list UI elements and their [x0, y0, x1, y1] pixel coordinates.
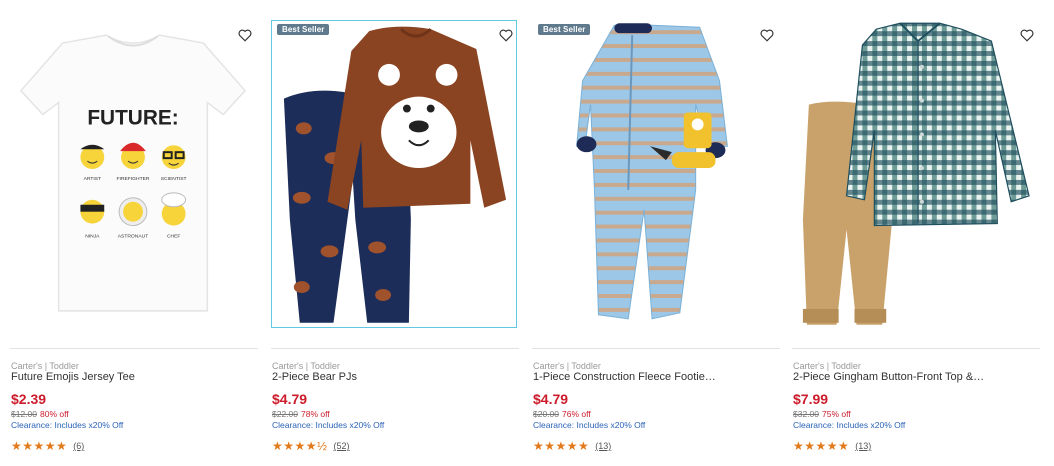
star-icon: ★★★★★ — [533, 439, 590, 453]
pajama-image — [283, 26, 507, 323]
product-brand: Carter's | Toddler — [793, 361, 861, 371]
product-title-link[interactable]: 2-Piece Gingham Button-Front Top &… — [793, 371, 1033, 383]
clearance-note: Clearance: Includes x20% Off — [11, 420, 124, 430]
product-brand: Carter's | Toddler — [11, 361, 79, 371]
footie-image — [576, 23, 728, 320]
clearance-note: Clearance: Includes x20% Off — [793, 420, 906, 430]
discount-percent: 76% off — [562, 409, 591, 419]
wishlist-button[interactable] — [497, 26, 515, 44]
original-price: $22.00 — [272, 409, 298, 419]
product-grid: FUTURE: ARTIST FIREFIGHTER SCIENTIST NIN… — [0, 0, 1054, 466]
card-divider — [532, 348, 780, 349]
sale-price: $4.79 — [272, 391, 308, 407]
review-count-link[interactable]: (6) — [73, 441, 84, 451]
star-icon: ★★★★★ — [793, 439, 850, 453]
product-image[interactable]: FUTURE: ARTIST FIREFIGHTER SCIENTIST NIN… — [10, 20, 256, 328]
product-title-link[interactable]: Future Emojis Jersey Tee — [11, 371, 251, 383]
product-card[interactable]: FUTURE: ARTIST FIREFIGHTER SCIENTIST NIN… — [10, 20, 258, 460]
rating-row: ★★★★★ (13) — [533, 439, 611, 453]
emoji-label: CHEF — [167, 233, 180, 239]
rating-row: ★★★★★ (13) — [793, 439, 871, 453]
review-count-link[interactable]: (13) — [595, 441, 611, 451]
original-price-row: $22.00 78% off — [272, 409, 330, 419]
heart-outline-icon — [499, 29, 513, 42]
emoji-astronaut-icon — [118, 197, 148, 227]
gingham-set-image — [802, 22, 1030, 325]
emoji-label: FIREFIGHTER — [117, 176, 150, 182]
tee-image: FUTURE: ARTIST FIREFIGHTER SCIENTIST NIN… — [19, 34, 247, 312]
tee-print-text: FUTURE: — [87, 106, 178, 129]
emoji-label: NINJA — [85, 233, 100, 239]
emoji-scientist-icon — [161, 145, 186, 170]
original-price-row: $32.00 75% off — [793, 409, 851, 419]
star-icon: ★★★★★ — [11, 439, 68, 453]
discount-percent: 78% off — [301, 409, 330, 419]
wishlist-button[interactable] — [758, 26, 776, 44]
sale-price: $2.39 — [11, 391, 47, 407]
wishlist-button[interactable] — [1018, 26, 1036, 44]
clearance-note: Clearance: Includes x20% Off — [272, 420, 385, 430]
product-brand: Carter's | Toddler — [272, 361, 340, 371]
emoji-ninja-icon — [80, 199, 105, 224]
emoji-label: SCIENTIST — [161, 176, 187, 182]
star-icon: ★★★★½ — [272, 439, 328, 453]
product-image[interactable] — [792, 20, 1038, 328]
product-title-link[interactable]: 2-Piece Bear PJs — [272, 371, 512, 383]
sale-price: $7.99 — [793, 391, 829, 407]
review-count-link[interactable]: (13) — [855, 441, 871, 451]
card-divider — [271, 348, 519, 349]
product-card[interactable]: Carter's | Toddler 2-Piece Gingham Butto… — [792, 20, 1040, 460]
best-seller-badge: Best Seller — [538, 24, 591, 35]
discount-percent: 80% off — [40, 409, 69, 419]
heart-outline-icon — [238, 29, 252, 42]
emoji-label: ARTIST — [84, 176, 101, 182]
product-image[interactable] — [271, 20, 517, 328]
sale-price: $4.79 — [533, 391, 569, 407]
clearance-note: Clearance: Includes x20% Off — [533, 420, 646, 430]
product-image[interactable] — [532, 20, 778, 328]
review-count-link[interactable]: (52) — [334, 441, 350, 451]
emoji-chef-icon — [161, 192, 187, 226]
emoji-label: ASTRONAUT — [118, 233, 148, 239]
card-divider — [10, 348, 258, 349]
emoji-artist-icon — [80, 144, 105, 170]
original-price: $12.00 — [11, 409, 37, 419]
original-price: $32.00 — [793, 409, 819, 419]
heart-outline-icon — [760, 29, 774, 42]
product-card[interactable]: Best Seller Carter's | Toddler 2-Piece B… — [271, 20, 519, 460]
product-card[interactable]: Best Seller Carter's | Toddler 1-Piece C… — [532, 20, 780, 460]
rating-row: ★★★★★ (6) — [11, 439, 84, 453]
wishlist-button[interactable] — [236, 26, 254, 44]
card-divider — [792, 348, 1040, 349]
original-price-row: $20.00 76% off — [533, 409, 591, 419]
rating-row: ★★★★½ (52) — [272, 439, 350, 453]
original-price-row: $12.00 80% off — [11, 409, 69, 419]
discount-percent: 75% off — [822, 409, 851, 419]
original-price: $20.00 — [533, 409, 559, 419]
heart-outline-icon — [1020, 29, 1034, 42]
best-seller-badge: Best Seller — [277, 24, 330, 35]
product-title-link[interactable]: 1-Piece Construction Fleece Footie… — [533, 371, 773, 383]
product-brand: Carter's | Toddler — [533, 361, 601, 371]
